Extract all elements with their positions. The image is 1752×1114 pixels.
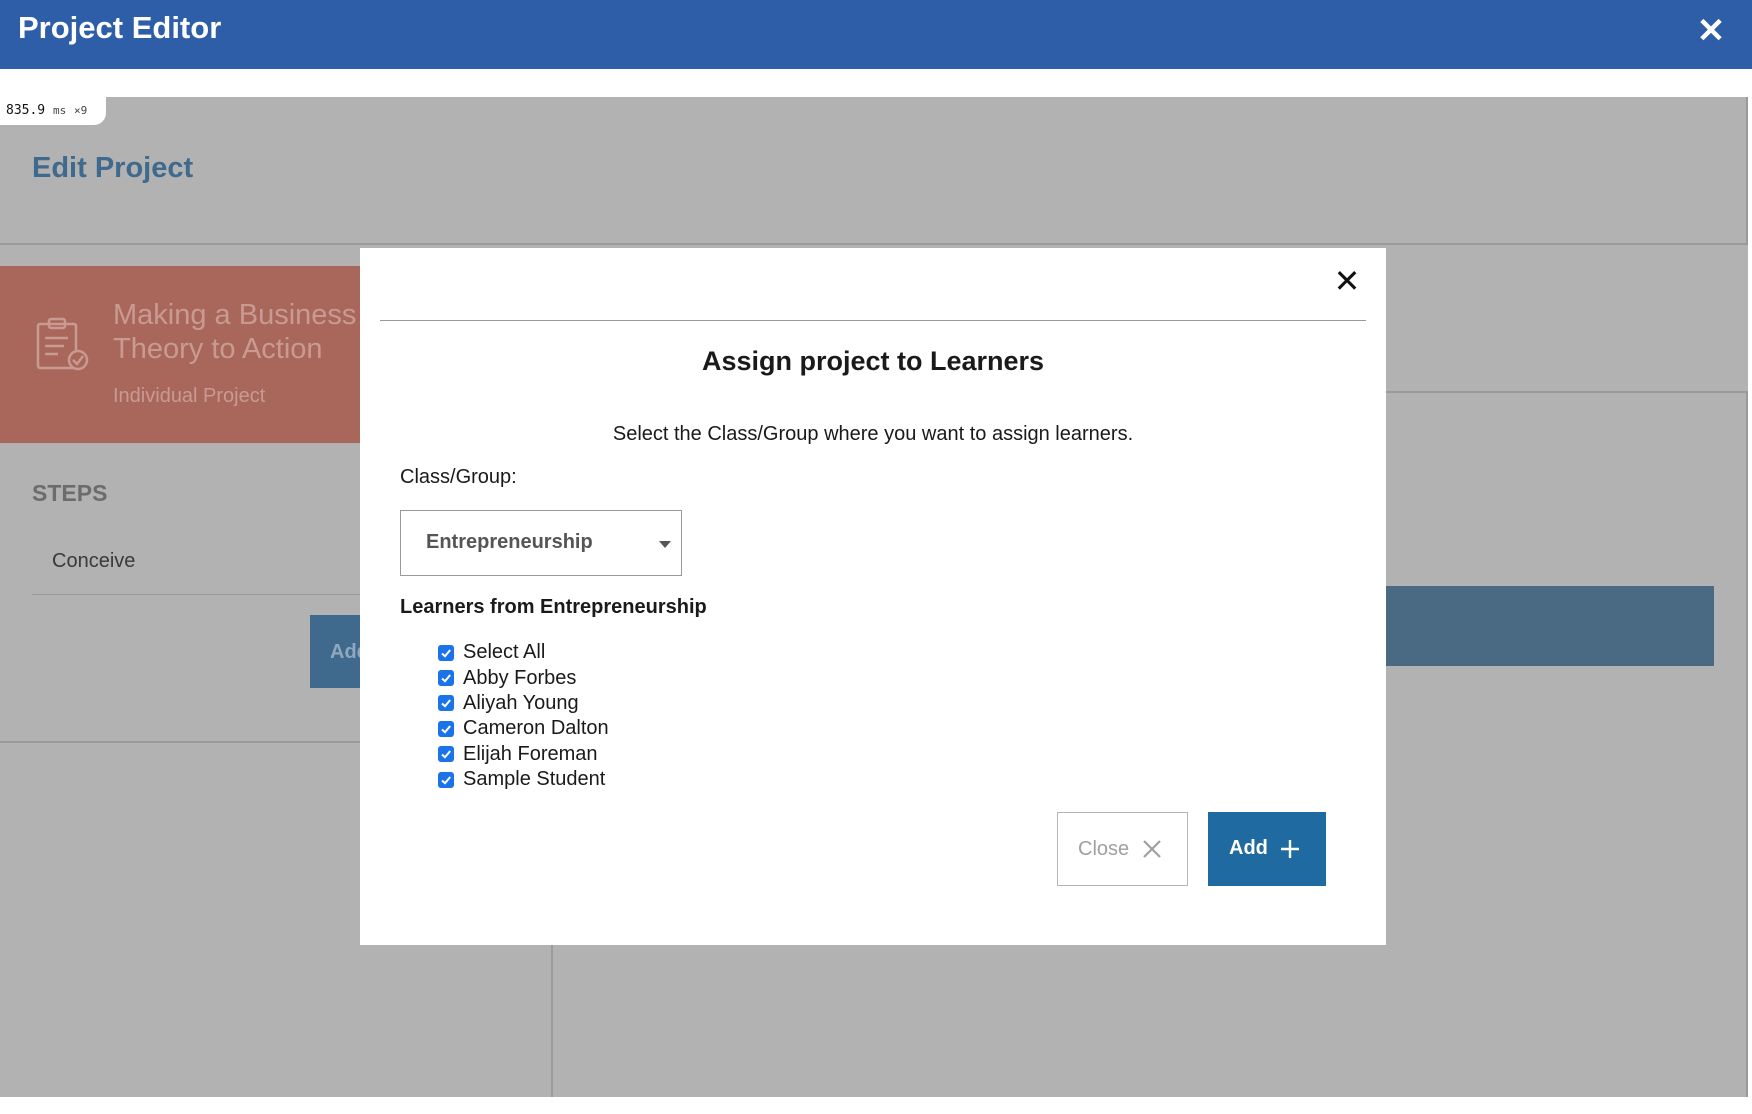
select-all-checkbox[interactable] — [438, 644, 454, 661]
page-footer-gap — [0, 1097, 1752, 1114]
learner-checkbox[interactable] — [438, 746, 454, 763]
modal-title: Assign project to Learners — [701, 346, 1045, 376]
project-card: Making a Business I Theory to Action Ind… — [0, 266, 373, 443]
step-label: Conceive — [52, 550, 136, 572]
app-bar: Project Editor ✕ — [0, 0, 1752, 69]
divider — [551, 945, 553, 1097]
assign-learners-modal: ✕ Assign project to Learners Select the … — [360, 248, 1386, 945]
learners-list: Select All Abby Forbes Aliyah Young Came… — [438, 640, 609, 792]
class-group-label: Class/Group: — [400, 466, 517, 488]
learner-row: Abby Forbes — [438, 665, 609, 690]
right-panel — [1386, 391, 1748, 1097]
learner-row-select-all: Select All — [438, 640, 609, 665]
learner-row: Aliyah Young — [438, 691, 609, 716]
class-group-value: Entrepreneurship — [426, 531, 593, 553]
modal-divider — [380, 320, 1366, 321]
learner-checkbox[interactable] — [438, 695, 454, 712]
steps-panel: STEPS Conceive Add — [0, 443, 360, 743]
learner-checkbox[interactable] — [438, 771, 454, 788]
close-button[interactable]: Close — [1057, 812, 1188, 886]
perf-count: ×9 — [74, 104, 88, 117]
learner-row: Elijah Foreman — [438, 742, 609, 767]
modal-close-icon[interactable]: ✕ — [1332, 265, 1362, 297]
project-type: Individual Project — [113, 385, 266, 407]
checkmark-icon — [441, 674, 451, 683]
checkmark-icon — [441, 750, 451, 759]
checkmark-icon — [441, 649, 451, 658]
checkmark-icon — [441, 725, 451, 734]
learner-label: Sample Student — [463, 768, 606, 791]
add-button[interactable]: Add — [1208, 812, 1326, 886]
edit-project-header: Edit Project — [0, 97, 1748, 245]
checkmark-icon — [441, 699, 451, 709]
app-title: Project Editor — [18, 10, 222, 45]
learner-label: Select All — [463, 641, 546, 664]
add-step-button[interactable]: Add — [310, 615, 360, 688]
learners-heading: Learners from Entrepreneurship — [400, 596, 707, 618]
learner-label: Abby Forbes — [463, 666, 577, 689]
checkmark-icon — [441, 775, 451, 785]
right-panel-bar — [1386, 586, 1714, 666]
learner-label: Cameron Dalton — [463, 717, 609, 740]
steps-heading: STEPS — [32, 480, 108, 506]
chevron-down-icon — [659, 541, 671, 548]
learner-row: Cameron Dalton — [438, 716, 609, 741]
page-title: Edit Project — [32, 152, 194, 184]
modal-instruction: Select the Class/Group where you want to… — [612, 423, 1134, 445]
close-icon — [1143, 840, 1161, 858]
close-icon[interactable]: ✕ — [1696, 14, 1726, 48]
learner-checkbox[interactable] — [438, 670, 454, 687]
perf-counter: 835.9 ms ×9 — [0, 97, 106, 125]
add-button-label: Add — [1229, 837, 1268, 859]
learner-checkbox[interactable] — [438, 720, 454, 737]
learner-label: Elijah Foreman — [463, 742, 598, 765]
learner-row: Sample Student — [438, 767, 609, 792]
step-item[interactable]: Conceive — [32, 523, 360, 595]
clipboard-check-icon — [36, 317, 89, 371]
class-group-select[interactable]: Entrepreneurship — [400, 510, 682, 576]
perf-unit: ms — [52, 104, 67, 117]
close-button-label: Close — [1078, 838, 1130, 860]
learner-label: Aliyah Young — [463, 691, 579, 714]
perf-value: 835.9 — [6, 103, 46, 118]
plus-icon — [1281, 840, 1299, 858]
